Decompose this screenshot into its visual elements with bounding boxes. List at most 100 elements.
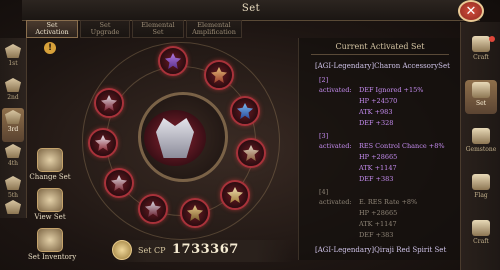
tier-stat: DEF +328 xyxy=(359,119,394,127)
set-name: [AGI-Legendary]Qiraji Red Spirit Set xyxy=(315,246,447,254)
tier-status: activated: xyxy=(319,86,352,94)
sword-icon xyxy=(227,187,243,203)
equipment-slot[interactable] xyxy=(104,168,134,198)
view-set-button[interactable]: View Set xyxy=(28,188,72,221)
equipment-icon xyxy=(5,110,21,124)
armor-set-icon xyxy=(472,82,490,98)
equipment-slot[interactable] xyxy=(204,60,234,90)
rail-item-6th[interactable] xyxy=(2,198,24,218)
gem-icon xyxy=(165,53,181,69)
tab-elemental-set[interactable]: Elemental Set xyxy=(132,20,184,38)
gemstone-icon xyxy=(472,128,490,144)
tier-stat: ATK +1147 xyxy=(359,164,397,172)
tab-elemental-amplification[interactable]: Elemental Amplification xyxy=(186,20,242,38)
set-name: [AGI-Legendary]Charon AccessorySet xyxy=(315,62,450,70)
rail-item-craft[interactable]: Craft xyxy=(465,34,497,68)
tier-status: activated: xyxy=(319,142,352,150)
change-set-button[interactable]: Change Set xyxy=(28,148,72,181)
rail-item-2nd[interactable]: 2nd xyxy=(2,76,24,110)
notification-badge xyxy=(489,36,495,42)
tier-stat: HP +28665 xyxy=(359,209,398,217)
center-armor-slot[interactable] xyxy=(144,110,206,166)
anvil-icon xyxy=(472,36,490,52)
equipment-icon xyxy=(5,44,21,58)
rail-item-label: Craft xyxy=(473,54,489,61)
helmet-icon xyxy=(37,148,63,172)
equipment-slot[interactable] xyxy=(230,96,260,126)
rail-item-craft-2[interactable]: Craft xyxy=(465,218,497,252)
equipment-icon xyxy=(5,78,21,92)
cp-value: 1733367 xyxy=(172,242,239,257)
equipment-icon xyxy=(5,176,21,190)
warning-icon[interactable]: ! xyxy=(44,42,56,54)
rail-item-label: Flag xyxy=(474,192,488,199)
close-button[interactable]: ✕ xyxy=(458,0,484,22)
chest-icon xyxy=(37,228,63,252)
equipment-slot[interactable] xyxy=(220,180,250,210)
close-icon: ✕ xyxy=(465,3,477,19)
rail-item-4th[interactable]: 4th xyxy=(2,142,24,176)
tier-status: activated: xyxy=(319,198,352,206)
equipment-slot[interactable] xyxy=(236,138,266,168)
change-set-label: Change Set xyxy=(29,173,71,181)
rail-item-label: 2nd xyxy=(7,94,19,101)
ring-icon xyxy=(237,103,253,119)
helmet-icon xyxy=(101,95,117,111)
tier-stat: ATK +983 xyxy=(359,108,393,116)
tab-bar: Set Activation Set Upgrade Elemental Set… xyxy=(26,20,244,38)
tier-stat: E. RES Rate +8% xyxy=(359,198,418,206)
helmet-icon xyxy=(472,220,490,236)
tier-stat: DEF +383 xyxy=(359,231,394,239)
activated-set-panel: Current Activated Set [AGI-Legendary]Cha… xyxy=(298,38,461,260)
set-inventory-button[interactable]: Set Inventory xyxy=(28,228,77,261)
rail-item-gemstone[interactable]: Gemstone xyxy=(465,126,497,160)
equipment-slot[interactable] xyxy=(88,128,118,158)
cp-label: Set CP xyxy=(138,246,166,255)
window-title: Set xyxy=(241,3,261,14)
rail-item-3rd[interactable]: 3rd xyxy=(2,108,24,142)
tab-set-upgrade[interactable]: Set Upgrade xyxy=(80,20,130,38)
tier-count: [3] xyxy=(319,132,329,140)
title-bar: Set xyxy=(22,0,480,21)
rail-item-label: Gemstone xyxy=(465,146,497,153)
tab-set-activation[interactable]: Set Activation xyxy=(26,20,78,38)
rail-item-label: 1st xyxy=(8,60,18,67)
tier-stat: ATK +1147 xyxy=(359,220,397,228)
rail-item-label: Craft xyxy=(473,238,489,245)
boots-icon xyxy=(145,201,161,217)
panel-title: Current Activated Set xyxy=(335,42,425,51)
cp-icon xyxy=(112,240,132,260)
divider xyxy=(311,54,449,55)
rail-item-label: Set xyxy=(475,100,487,107)
tier-stat: HP +24570 xyxy=(359,97,398,105)
tier-stat: HP +28665 xyxy=(359,153,398,161)
equipment-slot[interactable] xyxy=(158,46,188,76)
bracelet-icon xyxy=(243,145,259,161)
crossbow-icon xyxy=(187,205,203,221)
equipment-icon xyxy=(5,200,21,214)
gloves-icon xyxy=(111,175,127,191)
equipment-wheel xyxy=(80,40,290,240)
pants-icon xyxy=(95,135,111,151)
tier-stat: DEF +383 xyxy=(359,175,394,183)
right-rail: Craft Set Gemstone Flag Craft xyxy=(460,22,500,270)
tier-count: [2] xyxy=(319,76,329,84)
set-inventory-label: Set Inventory xyxy=(28,253,77,261)
magnifier-icon xyxy=(37,188,63,212)
necklace-icon xyxy=(211,67,227,83)
equipment-icon xyxy=(5,144,21,158)
rail-item-label: 3rd xyxy=(7,126,19,133)
equipment-slot[interactable] xyxy=(94,88,124,118)
tier-count: [4] xyxy=(319,188,329,196)
rail-item-set[interactable]: Set xyxy=(465,80,497,114)
tier-stat: RES Control Chance +8% xyxy=(359,142,445,150)
equipment-slot[interactable] xyxy=(180,198,210,228)
armor-icon xyxy=(156,118,194,158)
view-set-label: View Set xyxy=(34,213,66,221)
equipment-slot[interactable] xyxy=(138,194,168,224)
flag-icon xyxy=(472,174,490,190)
rail-item-1st[interactable]: 1st xyxy=(2,42,24,76)
left-rail: 1st 2nd 3rd 4th 5th xyxy=(0,38,27,218)
rail-item-label: 4th xyxy=(7,160,19,167)
rail-item-flag[interactable]: Flag xyxy=(465,172,497,206)
